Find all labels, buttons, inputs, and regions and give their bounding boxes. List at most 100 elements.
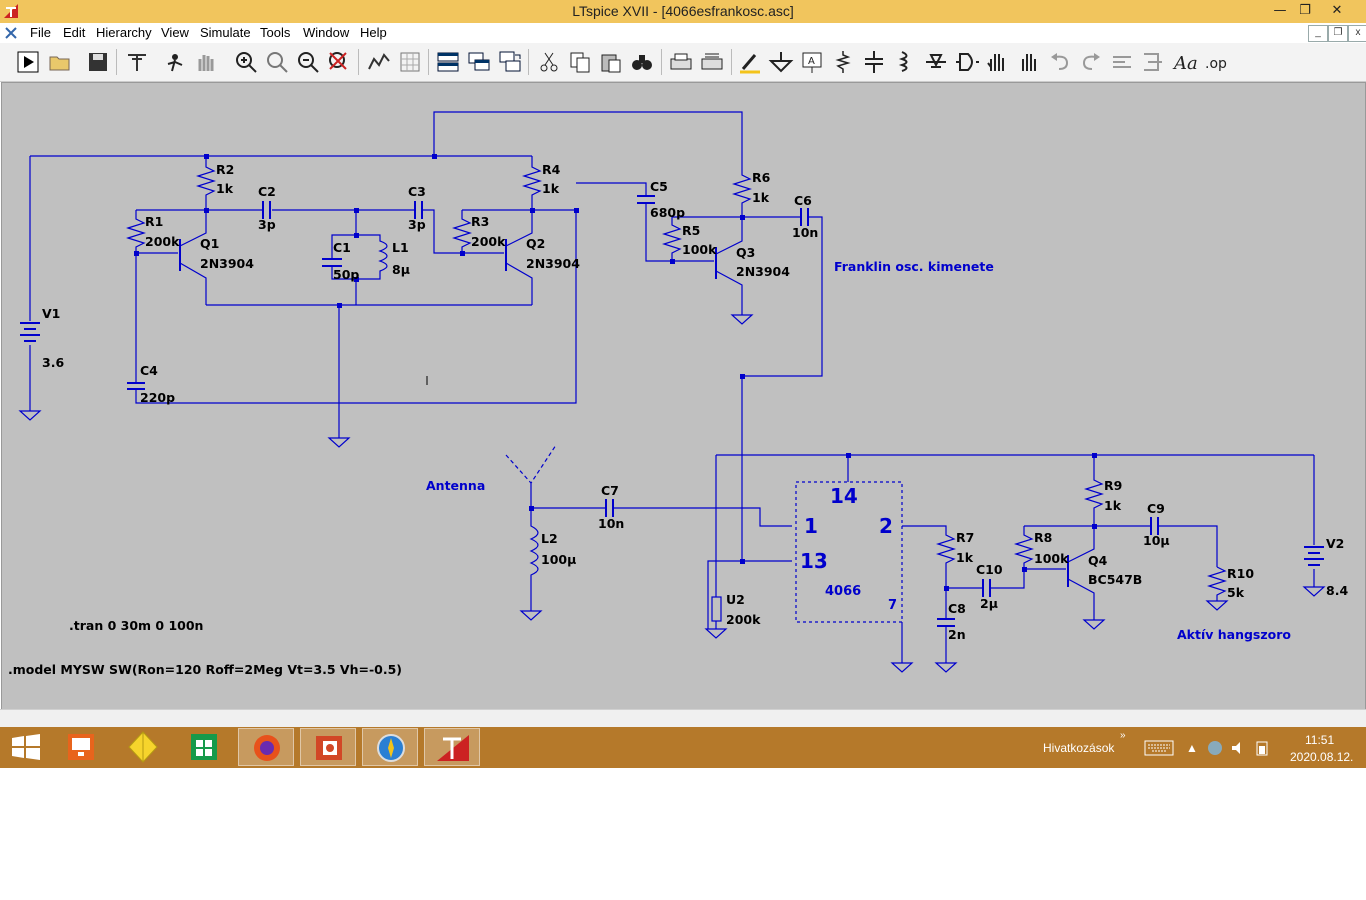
- mdi-restore-button[interactable]: ❐: [1328, 25, 1348, 42]
- tran-directive[interactable]: .tran 0 30m 0 100n: [69, 618, 203, 633]
- tile-horizontal-icon[interactable]: [435, 49, 461, 75]
- taskbar: Hivatkozások » ▲ 11:51 2020.08.12.: [0, 727, 1366, 768]
- office-icon[interactable]: [300, 728, 356, 766]
- menu-view[interactable]: View: [161, 25, 189, 40]
- zoom-pan-icon[interactable]: [264, 49, 290, 75]
- menu-hierarchy[interactable]: Hierarchy: [96, 25, 152, 40]
- tray-chevron-icon[interactable]: »: [1120, 730, 1126, 741]
- horizontal-scrollbar[interactable]: [0, 709, 1366, 728]
- schematic-canvas[interactable]: R2 1k C2 3p C3 3p R4 1k R1 200k Q1 2N390…: [1, 82, 1366, 710]
- document-icon[interactable]: [4, 26, 18, 40]
- c6-value: 10n: [792, 225, 818, 240]
- redo-icon[interactable]: [1078, 49, 1104, 75]
- menu-tools[interactable]: Tools: [260, 25, 290, 40]
- mirror-icon[interactable]: [1140, 49, 1166, 75]
- q1-value: 2N3904: [200, 256, 254, 271]
- copy-icon[interactable]: [567, 49, 593, 75]
- c5-value: 680p: [650, 205, 685, 220]
- menu-edit[interactable]: Edit: [63, 25, 85, 40]
- remote-desktop-icon[interactable]: [54, 728, 110, 766]
- menu-file[interactable]: File: [30, 25, 51, 40]
- volume-icon[interactable]: [1230, 740, 1246, 756]
- mdi-minimize-button[interactable]: _: [1308, 25, 1328, 42]
- r2-value: 1k: [216, 181, 234, 196]
- show-hidden-icons-icon[interactable]: ▲: [1186, 741, 1198, 755]
- label-net-icon[interactable]: A: [799, 49, 825, 75]
- cut-icon[interactable]: [536, 49, 562, 75]
- toolbar: A Aa .op: [0, 43, 1366, 82]
- move-icon[interactable]: [985, 49, 1011, 75]
- c2-value: 3p: [258, 217, 276, 232]
- grid-icon[interactable]: [397, 49, 423, 75]
- autorange-icon[interactable]: [366, 49, 392, 75]
- print-setup-icon[interactable]: [699, 49, 725, 75]
- print-icon[interactable]: [668, 49, 694, 75]
- c5-name: C5: [650, 179, 668, 194]
- store-icon[interactable]: [177, 728, 233, 766]
- tray-links-label[interactable]: Hivatkozások: [1043, 741, 1114, 755]
- find-icon[interactable]: [629, 49, 655, 75]
- ground-icon[interactable]: [768, 49, 794, 75]
- ltspice-icon[interactable]: [424, 728, 480, 766]
- c3-name: C3: [408, 184, 426, 199]
- browser-icon[interactable]: [362, 728, 418, 766]
- zoom-fit-icon[interactable]: [326, 49, 352, 75]
- model-directive[interactable]: .model MYSW SW(Ron=120 Roff=2Meg Vt=3.5 …: [8, 662, 402, 677]
- tile-vertical-icon[interactable]: [466, 49, 492, 75]
- battery-icon[interactable]: [1254, 740, 1270, 756]
- v2-name: V2: [1326, 536, 1344, 551]
- schematic-drawing: R2 1k C2 3p C3 3p R4 1k R1 200k Q1 2N390…: [8, 111, 1348, 677]
- menu-simulate[interactable]: Simulate: [200, 25, 251, 40]
- close-button[interactable]: ✕: [1322, 1, 1352, 21]
- q2-value: 2N3904: [526, 256, 580, 271]
- app-yellow-icon[interactable]: [115, 728, 171, 766]
- mdi-close-button[interactable]: x: [1348, 25, 1366, 42]
- zoom-in-icon[interactable]: [233, 49, 259, 75]
- restore-button[interactable]: ❐: [1290, 1, 1320, 21]
- text-icon[interactable]: Aa: [1171, 49, 1198, 75]
- paste-icon[interactable]: [598, 49, 624, 75]
- rotate-icon[interactable]: [1109, 49, 1135, 75]
- run-icon[interactable]: [15, 49, 41, 75]
- q1-name: Q1: [200, 236, 219, 251]
- inductor-icon[interactable]: [892, 49, 918, 75]
- r2-name: R2: [216, 162, 234, 177]
- cascade-icon[interactable]: [497, 49, 523, 75]
- undo-icon[interactable]: [1047, 49, 1073, 75]
- c3-value: 3p: [408, 217, 426, 232]
- c9-name: C9: [1147, 501, 1165, 516]
- diode-icon[interactable]: [923, 49, 949, 75]
- save-icon[interactable]: [85, 49, 111, 75]
- svg-text:.op: .op: [1205, 56, 1227, 72]
- drag-icon[interactable]: [1016, 49, 1042, 75]
- keyboard-icon[interactable]: [1144, 740, 1174, 756]
- draw-wire-icon[interactable]: [737, 49, 763, 75]
- zoom-out-icon[interactable]: [295, 49, 321, 75]
- menu-window[interactable]: Window: [303, 25, 349, 40]
- network-icon[interactable]: [1207, 740, 1223, 756]
- resistor-icon[interactable]: [830, 49, 856, 75]
- r5-value: 100k: [682, 242, 717, 257]
- ic-pin-ctrl: 13: [800, 549, 828, 573]
- open-icon[interactable]: [47, 49, 73, 75]
- l2-name: L2: [541, 531, 558, 546]
- control-panel-icon[interactable]: [124, 49, 150, 75]
- halt-icon[interactable]: [162, 49, 188, 75]
- q3-name: Q3: [736, 245, 755, 260]
- capacitor-icon[interactable]: [861, 49, 887, 75]
- clock-time[interactable]: 11:51: [1305, 733, 1334, 747]
- hand-icon[interactable]: [193, 49, 219, 75]
- spice-directive-icon[interactable]: .op: [1202, 49, 1228, 75]
- menu-help[interactable]: Help: [360, 25, 387, 40]
- r10-value: 5k: [1227, 585, 1245, 600]
- firefox-icon[interactable]: [238, 728, 294, 766]
- start-icon[interactable]: [0, 728, 56, 766]
- q4-value: BC547B: [1088, 572, 1142, 587]
- ic-pin-gnd: 7: [888, 598, 897, 613]
- c1-value: 50p: [333, 267, 359, 282]
- ic-part-name: 4066: [825, 584, 861, 599]
- component-icon[interactable]: [954, 49, 980, 75]
- clock-date[interactable]: 2020.08.12.: [1290, 750, 1353, 764]
- r9-name: R9: [1104, 478, 1122, 493]
- r3-name: R3: [471, 214, 489, 229]
